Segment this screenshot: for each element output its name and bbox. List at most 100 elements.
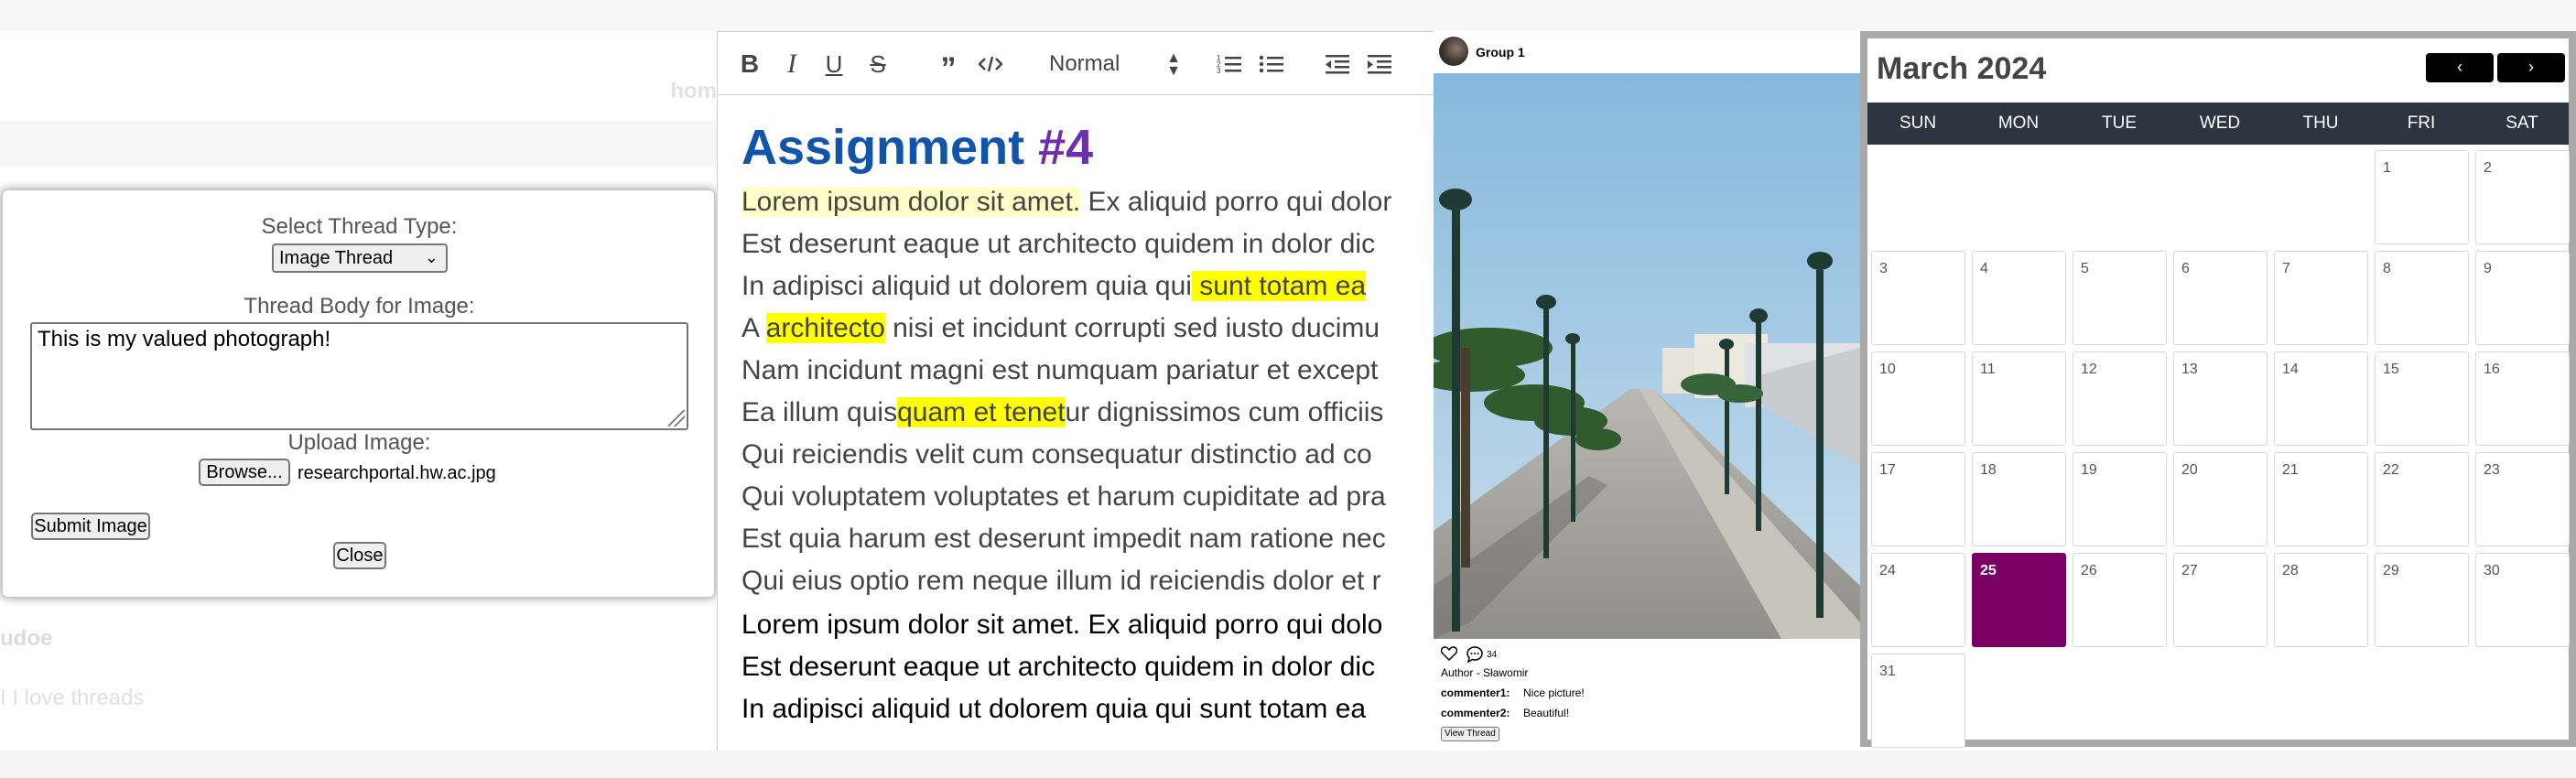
- calendar-day[interactable]: 8: [2375, 251, 2469, 345]
- outdent-icon[interactable]: [1322, 50, 1353, 78]
- editor-line: Nam incidunt magni est numquam pariatur …: [741, 355, 1379, 385]
- resize-grip-icon[interactable]: [668, 410, 685, 427]
- calendar-day[interactable]: 6: [2173, 251, 2268, 345]
- calendar-day[interactable]: 24: [1871, 553, 1965, 647]
- thread-body-value: This is my valued photograph!: [38, 327, 331, 351]
- editor-line: Lorem ipsum dolor sit amet. Ex aliquid p…: [741, 187, 1392, 217]
- underline-button[interactable]: U: [820, 50, 848, 78]
- calendar-day-number: 13: [2181, 362, 2198, 377]
- weekday-label: WED: [2199, 113, 2241, 133]
- calendar-day[interactable]: 21: [2274, 452, 2368, 546]
- calendar-day[interactable]: 2: [2475, 150, 2570, 244]
- bottom-band: [1860, 751, 2576, 778]
- calendar-day[interactable]: 5: [2073, 251, 2167, 345]
- thread-author: Author - Sławomir: [1441, 666, 1529, 679]
- code-block-icon[interactable]: [974, 50, 1007, 78]
- nav-home-link[interactable]: hom: [670, 79, 717, 104]
- editor-line: Qui reiciendis velit cum consequatur dis…: [741, 439, 1372, 470]
- calendar-day[interactable]: 13: [2173, 351, 2268, 446]
- document-heading: Assignment #4: [741, 119, 1093, 176]
- calendar-day-number: 30: [2484, 563, 2500, 578]
- comment-user: commenter1:: [1441, 686, 1510, 699]
- calendar-day[interactable]: 22: [2375, 452, 2469, 546]
- new-thread-modal: Select Thread Type: Image Thread ⌄ Threa…: [2, 189, 715, 598]
- calendar-day[interactable]: 23: [2475, 452, 2570, 546]
- top-band: [717, 0, 1434, 31]
- calendar-day-number: 8: [2383, 261, 2391, 276]
- heading-format-select[interactable]: Normal: [1049, 50, 1150, 78]
- editor-line: Qui voluptatem voluptates et harum cupid…: [741, 481, 1386, 512]
- calendar-day[interactable]: 31: [1871, 654, 1965, 748]
- thread-body-textarea[interactable]: This is my valued photograph!: [30, 322, 688, 430]
- calendar-day[interactable]: 10: [1871, 351, 1965, 446]
- bottom-band: [1434, 751, 1860, 778]
- calendar-day[interactable]: 11: [1972, 351, 2066, 446]
- weekday-header: SUN MON TUE WED THU FRI SAT: [1867, 103, 2569, 145]
- ordered-list-icon[interactable]: 123: [1214, 50, 1245, 78]
- strikethrough-button[interactable]: S: [864, 50, 892, 78]
- calendar-day[interactable]: 30: [2475, 553, 2570, 647]
- italic-button[interactable]: I: [778, 50, 806, 78]
- top-band: [0, 0, 717, 31]
- calendar-day[interactable]: 15: [2375, 351, 2469, 446]
- bold-button[interactable]: B: [736, 50, 763, 78]
- calendar-day[interactable]: 14: [2274, 351, 2368, 446]
- calendar-day-number: 28: [2282, 563, 2299, 578]
- blockquote-icon[interactable]: ”: [932, 50, 965, 86]
- editor-line: Est deserunt eaque ut architecto quidem …: [741, 229, 1376, 259]
- bullet-list-icon[interactable]: [1256, 50, 1287, 78]
- group-name[interactable]: Group 1: [1476, 45, 1525, 59]
- editor-content[interactable]: Assignment #4 Lorem ipsum dolor sit amet…: [717, 95, 1434, 751]
- browse-button[interactable]: Browse...: [199, 459, 290, 486]
- calendar-day[interactable]: 20: [2173, 452, 2268, 546]
- selected-file-name: researchportal.hw.ac.jpg: [298, 463, 496, 483]
- chevron-down-icon: ⌄: [424, 248, 438, 266]
- prev-month-button[interactable]: ‹: [2426, 53, 2494, 82]
- top-band: [1434, 0, 1860, 31]
- calendar-day-today[interactable]: 25: [1972, 553, 2066, 647]
- calendar-day-number: 20: [2181, 462, 2198, 478]
- next-month-button[interactable]: ›: [2497, 53, 2565, 82]
- calendar-day[interactable]: 19: [2073, 452, 2167, 546]
- close-button[interactable]: Close: [333, 542, 386, 569]
- calendar-day[interactable]: 26: [2073, 553, 2167, 647]
- calendar-day-number: 9: [2484, 261, 2492, 276]
- thread-photo[interactable]: [1434, 73, 1860, 639]
- calendar-day[interactable]: 27: [2173, 553, 2268, 647]
- calendar-day[interactable]: 4: [1972, 251, 2066, 345]
- view-thread-button[interactable]: View Thread: [1441, 727, 1499, 741]
- weekday-label: TUE: [2102, 113, 2137, 133]
- calendar-day-number: 6: [2181, 261, 2190, 276]
- calendar-day[interactable]: 16: [2475, 351, 2570, 446]
- calendar-day-number: 29: [2383, 563, 2399, 578]
- calendar-day-number: 10: [1879, 362, 1896, 377]
- select-thread-type-label: Select Thread Type:: [261, 214, 458, 239]
- editor-toolbar: B I U S ” Normal ▲ ▼ 123: [717, 31, 1434, 95]
- group-avatar: [1439, 37, 1468, 66]
- editor-line: A architecto nisi et incidunt corrupti s…: [741, 313, 1380, 343]
- calendar-day[interactable]: 18: [1972, 452, 2066, 546]
- calendar-day-number: 7: [2282, 261, 2290, 276]
- background-thread-body: I I love threads: [0, 686, 145, 710]
- comment-icon[interactable]: [1467, 646, 1483, 667]
- submit-image-button[interactable]: Submit Image: [31, 513, 150, 540]
- calendar-day-number: 27: [2181, 563, 2198, 578]
- weekday-label: SAT: [2506, 113, 2538, 133]
- svg-text:3: 3: [1217, 67, 1221, 75]
- calendar-day[interactable]: 29: [2375, 553, 2469, 647]
- calendar-day-number: 5: [2081, 261, 2089, 276]
- upload-image-label: Upload Image:: [287, 430, 431, 455]
- sub-header-band: [0, 121, 717, 167]
- calendar-day[interactable]: 12: [2073, 351, 2167, 446]
- thread-type-select[interactable]: Image Thread ⌄: [272, 243, 448, 273]
- calendar-day[interactable]: 3: [1871, 251, 1965, 345]
- weekday-label: THU: [2302, 113, 2339, 133]
- select-arrows-icon: ▲ ▼: [1166, 50, 1181, 79]
- calendar-day[interactable]: 1: [2375, 150, 2469, 244]
- calendar-day[interactable]: 9: [2475, 251, 2570, 345]
- calendar-day[interactable]: 28: [2274, 553, 2368, 647]
- heart-icon[interactable]: [1440, 646, 1458, 665]
- indent-icon[interactable]: [1364, 50, 1395, 78]
- calendar-day[interactable]: 17: [1871, 452, 1965, 546]
- calendar-day[interactable]: 7: [2274, 251, 2368, 345]
